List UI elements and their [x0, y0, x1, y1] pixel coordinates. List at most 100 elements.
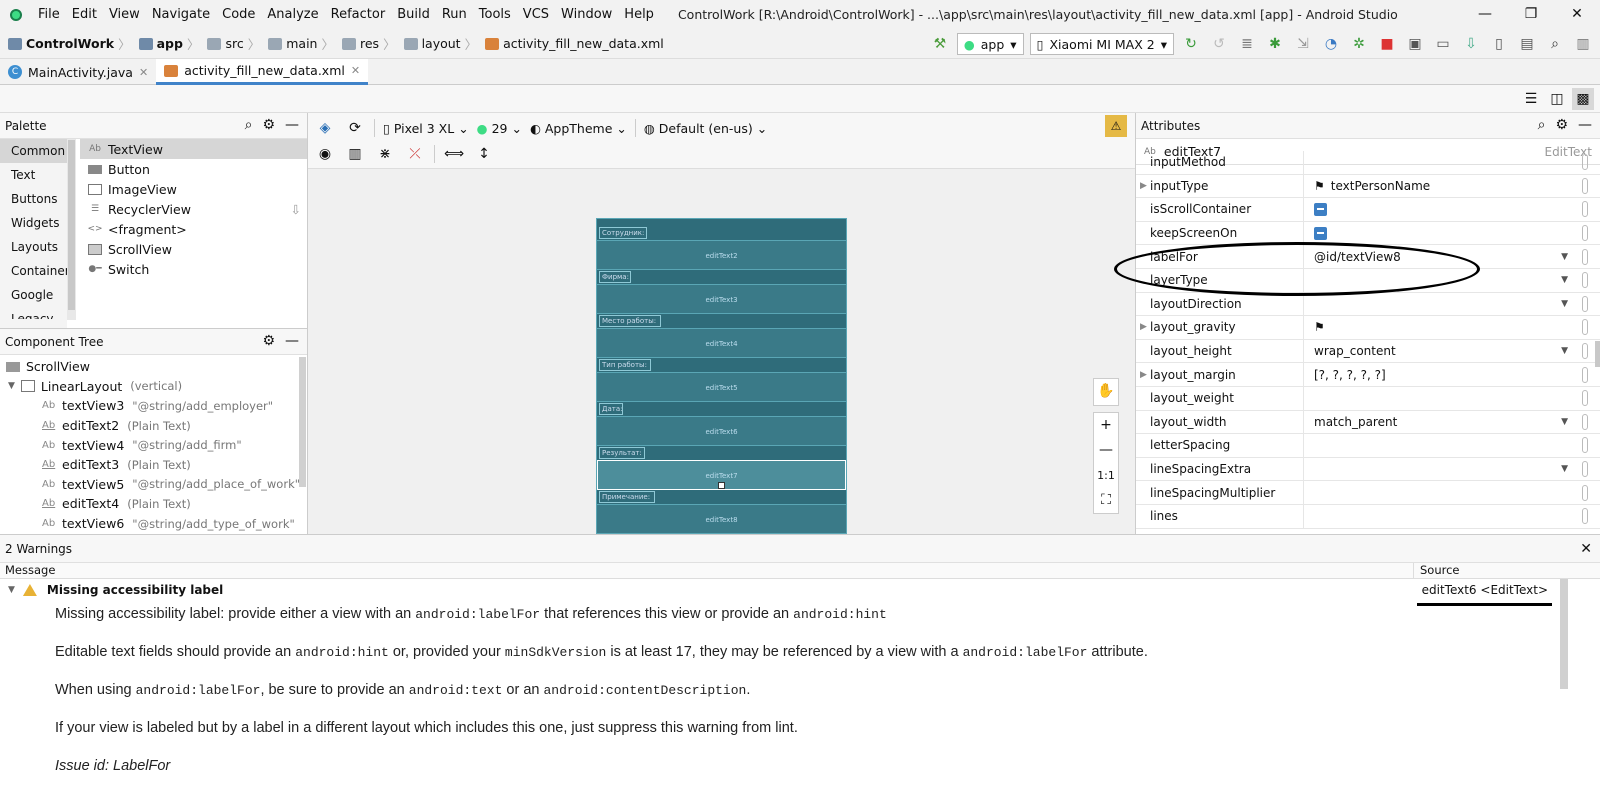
hide-icon[interactable]: — — [1578, 117, 1592, 133]
widget-scrollview[interactable]: ScrollView — [80, 239, 307, 259]
attribute-row[interactable]: lines — [1136, 504, 1600, 529]
category-google[interactable]: Google — [0, 283, 67, 307]
hand-icon[interactable]: ✋ — [1097, 379, 1114, 404]
theme-select[interactable]: ◐ AppTheme ⌄ — [530, 121, 627, 136]
attribute-row[interactable]: inputMethod — [1136, 151, 1600, 175]
attribute-value[interactable]: match_parent — [1304, 415, 1397, 429]
menu-help[interactable]: Help — [618, 0, 660, 29]
download-icon[interactable]: ⇩ — [291, 202, 301, 217]
design-canvas[interactable]: Сотрудник: editText2 Фирма: editText3 Место … — [308, 169, 1135, 534]
tree-row[interactable]: ▼ LinearLayout (vertical) — [0, 377, 307, 397]
device-file-icon[interactable]: ▯ — [1488, 33, 1510, 55]
preview-edittext[interactable]: editText6 — [597, 416, 846, 446]
orientation-icon[interactable]: ⟳ — [344, 117, 366, 139]
menu-view[interactable]: View — [103, 0, 146, 29]
pan-tool[interactable]: ✋ — [1093, 378, 1119, 406]
widget-fragment[interactable]: <> <fragment> — [80, 219, 307, 239]
clear-constraints-icon[interactable]: ⤫ — [404, 143, 426, 165]
locale-select[interactable]: ◍ Default (en-us) ⌄ — [644, 121, 767, 136]
menu-build[interactable]: Build — [391, 0, 436, 29]
resource-picker-icon[interactable] — [1582, 343, 1588, 360]
apply-changes-icon[interactable]: ↻ — [1180, 33, 1202, 55]
hide-icon[interactable]: — — [285, 117, 299, 133]
tree-row[interactable]: ScrollView — [0, 357, 307, 377]
preview-edittext[interactable]: editText5 — [597, 372, 846, 402]
breadcrumb-src[interactable]: src 〉 — [207, 34, 264, 53]
resource-picker-icon[interactable] — [1582, 177, 1588, 194]
preview-label[interactable]: Примечание: — [599, 491, 655, 503]
resource-picker-icon[interactable] — [1582, 272, 1588, 289]
menu-vcs[interactable]: VCS — [517, 0, 555, 29]
device-select[interactable]: ▯ Xiaomi MI MAX 2 ▾ — [1029, 33, 1174, 55]
resize-handle[interactable] — [718, 482, 725, 489]
flag-icon[interactable]: ⚑ — [1314, 179, 1325, 193]
avd-manager-icon[interactable]: ▭ — [1432, 33, 1454, 55]
widget-switch[interactable]: ●━ Switch — [80, 259, 307, 279]
api-select[interactable]: ● 29 ⌄ — [477, 121, 522, 136]
attribute-row[interactable]: lineSpacingMultiplier — [1136, 481, 1600, 505]
profile-icon[interactable]: ◔ — [1320, 33, 1342, 55]
category-container[interactable]: Container — [0, 259, 70, 283]
tab-activity-fill-new-data[interactable]: activity_fill_new_data.xml ✕ — [156, 59, 369, 85]
tree-row[interactable]: Ab editText3 (Plain Text) — [0, 455, 307, 475]
sdk-manager-icon[interactable]: ⇩ — [1460, 33, 1482, 55]
preview-edittext[interactable]: editText8 — [597, 504, 846, 534]
gear-icon[interactable]: ⚙ — [1555, 117, 1568, 133]
resource-picker-icon[interactable] — [1582, 390, 1588, 407]
widget-recyclerview[interactable]: ☰ RecyclerView ⇩ — [80, 199, 307, 219]
blueprint-icon[interactable]: ▥ — [344, 143, 366, 165]
gear-icon[interactable]: ⚙ — [262, 333, 275, 349]
breadcrumb-file[interactable]: activity_fill_new_data.xml — [485, 36, 664, 51]
preview-edittext[interactable]: editText3 — [597, 284, 846, 314]
dropdown-arrow-icon[interactable]: ▼ — [1561, 346, 1568, 356]
attach-debugger-icon[interactable]: ⇲ — [1292, 33, 1314, 55]
close-window-button[interactable]: ✕ — [1554, 0, 1600, 29]
tree-scrollbar[interactable] — [299, 357, 306, 487]
zoom-fit-icon[interactable]: ⛶ — [1101, 488, 1111, 513]
breadcrumb-project[interactable]: ControlWork 〉 — [8, 34, 135, 53]
assistant-icon[interactable]: ▥ — [1572, 33, 1594, 55]
category-layouts[interactable]: Layouts — [0, 235, 67, 259]
build-hammer-icon[interactable]: ⚒ — [929, 33, 951, 55]
breadcrumb-layout[interactable]: layout 〉 — [403, 34, 482, 53]
preview-edittext[interactable]: editText2 — [597, 240, 846, 270]
apply-code-changes-icon[interactable]: ↺ — [1208, 33, 1230, 55]
warnings-scrollbar[interactable] — [1560, 579, 1568, 689]
resource-picker-icon[interactable] — [1582, 295, 1588, 312]
resource-picker-icon[interactable] — [1582, 201, 1588, 218]
breadcrumb-app[interactable]: app 〉 — [138, 34, 204, 53]
resource-picker-icon[interactable] — [1582, 508, 1588, 525]
preview-label[interactable]: Фирма: — [599, 271, 631, 283]
attribute-row[interactable]: lineSpacingExtra ▼ — [1136, 457, 1600, 482]
resource-picker-icon[interactable] — [1582, 437, 1588, 454]
dropdown-arrow-icon[interactable]: ▼ — [1561, 299, 1568, 309]
design-view-icon[interactable]: ▩ — [1572, 88, 1594, 110]
menu-navigate[interactable]: Navigate — [146, 0, 216, 29]
preview-label[interactable]: Результат: — [599, 447, 645, 459]
tristate-checkbox[interactable] — [1314, 226, 1327, 240]
close-icon[interactable]: ✕ — [351, 64, 360, 77]
attributes-scrollbar[interactable] — [1595, 341, 1600, 367]
layout-preview[interactable]: Сотрудник: editText2 Фирма: editText3 Место … — [596, 218, 847, 534]
expand-arrow-icon[interactable]: ▶ — [1140, 370, 1147, 380]
category-text[interactable]: Text — [0, 163, 67, 187]
resource-picker-icon[interactable] — [1582, 484, 1588, 501]
search-icon[interactable]: ⌕ — [1544, 33, 1566, 55]
menu-tools[interactable]: Tools — [473, 0, 517, 29]
attribute-value[interactable] — [1304, 202, 1333, 216]
tree-row[interactable]: Ab editText4 (Plain Text) — [0, 494, 307, 514]
code-view-icon[interactable]: ☰ — [1520, 88, 1542, 110]
zoom-out-button[interactable]: — — [1099, 438, 1113, 463]
tree-row[interactable]: Ab textView6 "@string/add_type_of_work" — [0, 514, 307, 534]
widget-button[interactable]: Button — [80, 159, 307, 179]
menu-run[interactable]: Run — [436, 0, 473, 29]
warning-row[interactable]: ▼ Missing accessibility label editText6 … — [0, 579, 1600, 601]
search-icon[interactable]: ⌕ — [1538, 117, 1546, 133]
warning-icon[interactable]: ⚠ — [1105, 115, 1127, 137]
attribute-value[interactable] — [1304, 226, 1333, 240]
resource-picker-icon[interactable] — [1582, 248, 1588, 265]
dropdown-arrow-icon[interactable]: ▼ — [1561, 417, 1568, 427]
categories-scrollbar[interactable] — [67, 139, 76, 320]
category-widgets[interactable]: Widgets — [0, 211, 67, 235]
dropdown-arrow-icon[interactable]: ▼ — [1561, 464, 1568, 474]
